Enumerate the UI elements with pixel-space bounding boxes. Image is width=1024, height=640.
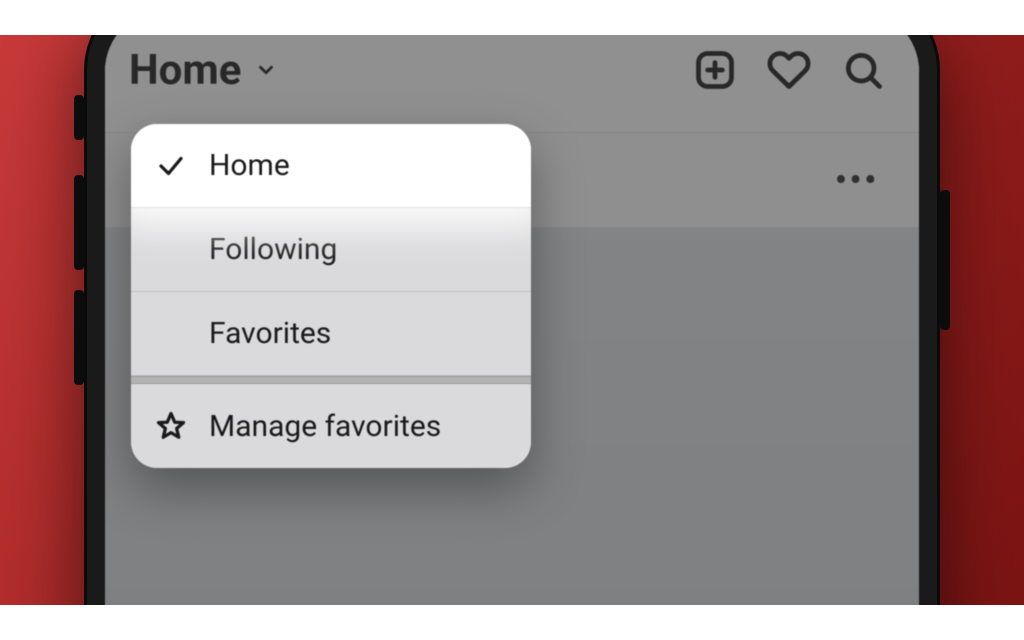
phone-screen: Home xyxy=(105,35,919,605)
search-icon xyxy=(841,48,885,92)
menu-item-manage-favorites[interactable]: Manage favorites xyxy=(131,384,531,468)
phone-frame: Home xyxy=(87,35,937,605)
menu-item-label: Favorites xyxy=(209,316,331,351)
feed-selector-button[interactable]: Home xyxy=(129,46,277,95)
menu-item-home[interactable]: Home xyxy=(131,124,531,208)
plus-square-icon xyxy=(693,48,737,92)
feed-selector-menu: Home Following Favorites xyxy=(131,124,531,468)
check-icon xyxy=(156,151,186,181)
background-band: Home xyxy=(0,35,1024,605)
top-bar: Home xyxy=(105,35,919,133)
phone-volume-up xyxy=(74,175,84,270)
activity-button[interactable] xyxy=(761,42,817,98)
phone-mute-switch xyxy=(74,95,84,140)
menu-item-label: Manage favorites xyxy=(209,409,441,444)
phone-volume-down xyxy=(74,290,84,385)
post-more-button[interactable]: ••• xyxy=(835,161,879,199)
search-button[interactable] xyxy=(835,42,891,98)
feed-selector-label: Home xyxy=(129,46,241,95)
menu-item-label: Following xyxy=(209,232,337,267)
create-post-button[interactable] xyxy=(687,42,743,98)
menu-item-following[interactable]: Following xyxy=(131,208,531,292)
canvas: Home xyxy=(0,0,1024,640)
phone-power-button xyxy=(940,190,950,330)
star-icon xyxy=(156,411,186,441)
heart-icon xyxy=(767,48,811,92)
menu-separator xyxy=(131,376,531,384)
chevron-down-icon xyxy=(255,59,277,81)
menu-item-label: Home xyxy=(209,148,290,183)
menu-item-favorites[interactable]: Favorites xyxy=(131,292,531,376)
